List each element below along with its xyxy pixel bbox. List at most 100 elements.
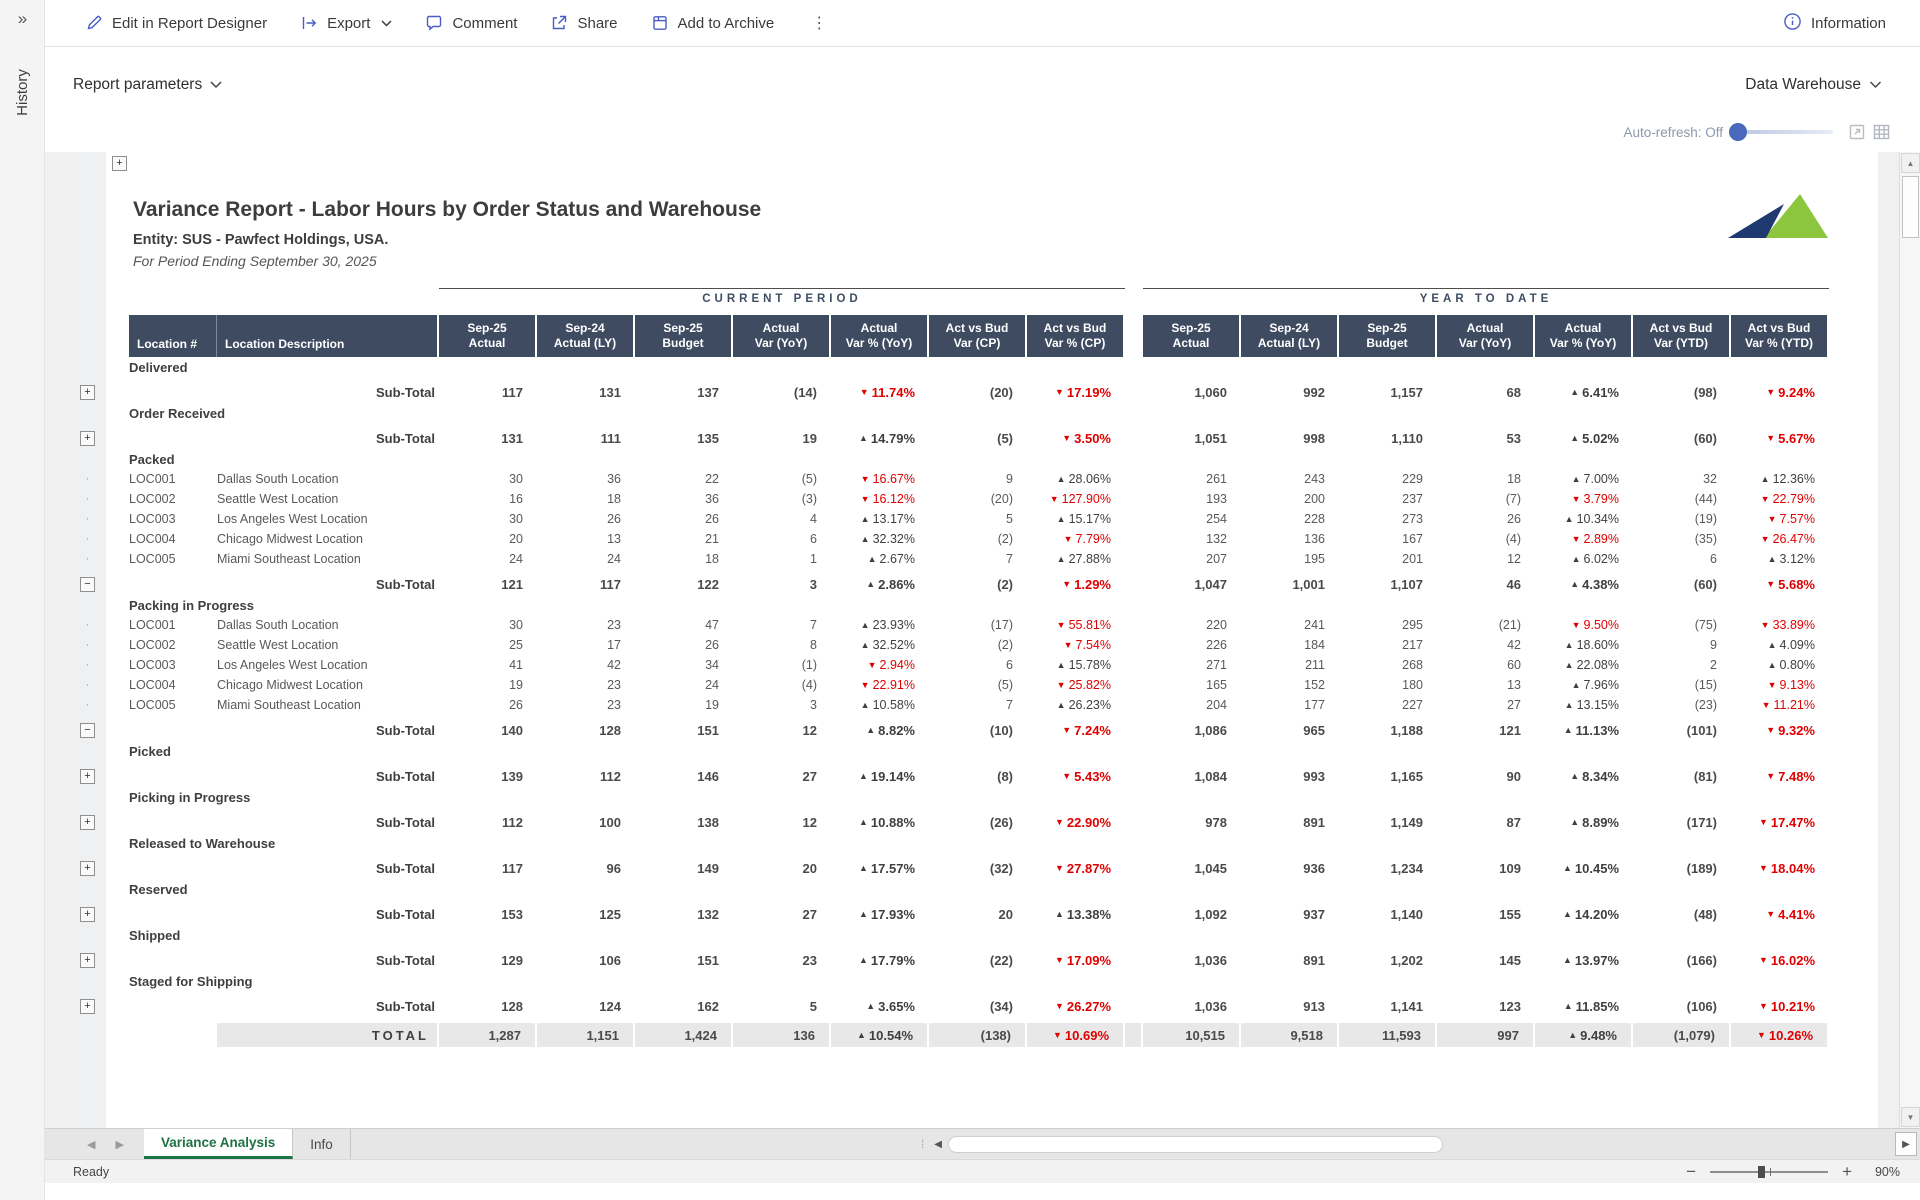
add-to-archive-button[interactable]: Add to Archive <box>651 14 775 32</box>
outline-toggle-button[interactable]: + <box>80 769 95 784</box>
more-options-button[interactable]: ⋮ <box>807 13 831 33</box>
zoom-slider[interactable] <box>1710 1171 1828 1173</box>
value-cell: (2) <box>929 635 1027 655</box>
prev-sheet-icon[interactable]: ◀ <box>87 1138 95 1151</box>
total-row: TOTAL1,2871,1511,424136▲10.54%(138)▼10.6… <box>70 1023 1860 1047</box>
value-cell: 237 <box>1339 489 1437 509</box>
value-cell: ▲17.57% <box>831 857 929 879</box>
value-cell: ▼22.79% <box>1731 489 1829 509</box>
edit-in-report-designer-button[interactable]: Edit in Report Designer <box>85 14 267 32</box>
location-number-cell: LOC004 <box>129 675 217 695</box>
value-cell: (106) <box>1633 995 1731 1017</box>
value-cell: 100 <box>537 811 635 833</box>
scroll-up-icon[interactable]: ▲ <box>1901 153 1920 173</box>
next-sheet-icon[interactable]: ▶ <box>115 1138 123 1151</box>
auto-refresh-knob[interactable] <box>1729 123 1747 141</box>
outline-toggle-button[interactable]: − <box>80 577 95 592</box>
value-cell: ▼26.47% <box>1731 529 1829 549</box>
popout-icon[interactable] <box>1849 124 1865 140</box>
value-cell: 965 <box>1241 719 1339 741</box>
export-label: Export <box>327 15 370 32</box>
value-cell: 891 <box>1241 811 1339 833</box>
outline-toggle-button[interactable]: − <box>80 723 95 738</box>
value-cell: 10,515 <box>1143 1023 1241 1047</box>
outline-toggle-button[interactable]: + <box>80 815 95 830</box>
value-cell: 1,084 <box>1143 765 1241 787</box>
col-header-ytd-2: Sep-25Budget <box>1339 315 1437 357</box>
information-button[interactable]: Information <box>1783 12 1886 35</box>
scroll-down-icon[interactable]: ▼ <box>1901 1107 1920 1127</box>
scrollbar-grip-icon[interactable]: ⁞ <box>921 1137 924 1151</box>
tab-variance-analysis[interactable]: Variance Analysis <box>144 1129 293 1159</box>
outline-toggle-button[interactable]: + <box>80 953 95 968</box>
col-header-cp-3: ActualVar (YoY) <box>733 315 831 357</box>
outline-level-dot: · <box>86 679 90 691</box>
value-cell: ▼9.13% <box>1731 675 1829 695</box>
outline-toggle-button[interactable]: + <box>80 999 95 1014</box>
zoom-out-button[interactable]: − <box>1686 1163 1696 1180</box>
value-cell: 46 <box>1437 573 1535 595</box>
value-cell: (20) <box>929 489 1027 509</box>
outline-toggle-button[interactable]: + <box>80 907 95 922</box>
export-button[interactable]: Export <box>300 14 392 32</box>
value-cell: ▼27.87% <box>1027 857 1125 879</box>
value-cell: 19 <box>733 427 831 449</box>
value-cell: 1,140 <box>1339 903 1437 925</box>
comment-button[interactable]: Comment <box>425 14 517 32</box>
value-cell: (166) <box>1633 949 1731 971</box>
value-cell: ▼11.74% <box>831 381 929 403</box>
subtotal-row: +Sub-Total1281241625▲3.65%(34)▼26.27%1,0… <box>70 995 1860 1017</box>
vertical-scrollbar[interactable]: ▲ ▼ <box>1899 152 1920 1128</box>
zoom-in-button[interactable]: + <box>1842 1163 1852 1180</box>
outline-toggle-button[interactable]: + <box>80 431 95 446</box>
value-cell: 20 <box>733 857 831 879</box>
column-outline-toggle-button[interactable]: + <box>112 156 127 171</box>
value-cell: ▲28.06% <box>1027 469 1125 489</box>
zoom-slider-thumb[interactable] <box>1758 1166 1765 1178</box>
horizontal-scroll-thumb[interactable] <box>948 1136 1443 1153</box>
value-cell: ▼5.68% <box>1731 573 1829 595</box>
value-cell: (5) <box>929 675 1027 695</box>
vertical-scroll-thumb[interactable] <box>1902 176 1919 238</box>
value-cell: ▼26.27% <box>1027 995 1125 1017</box>
share-icon <box>550 14 568 32</box>
value-cell: 117 <box>439 381 537 403</box>
scroll-right-icon[interactable]: ▶ <box>1895 1132 1917 1156</box>
sheet-tab-bar: ◀ ▶ Variance Analysis Info ⁞ ◀ ▶ <box>45 1128 1920 1159</box>
location-number-cell: LOC003 <box>129 509 217 529</box>
share-button[interactable]: Share <box>550 14 617 32</box>
outline-toggle-button[interactable]: + <box>80 861 95 876</box>
value-cell: 1,188 <box>1339 719 1437 741</box>
parameters-row: Report parameters Data Warehouse <box>45 48 1920 106</box>
data-source-dropdown[interactable]: Data Warehouse <box>1745 76 1882 94</box>
value-cell: 217 <box>1339 635 1437 655</box>
outline-toggle-button[interactable]: + <box>80 385 95 400</box>
subtotal-label-cell: Sub-Total <box>217 995 439 1017</box>
value-cell: 261 <box>1143 469 1241 489</box>
value-cell: 162 <box>635 995 733 1017</box>
value-cell: ▲27.88% <box>1027 549 1125 569</box>
value-cell: 131 <box>439 427 537 449</box>
col-header-location-number: Location # <box>129 315 217 357</box>
value-cell: 26 <box>537 509 635 529</box>
report-parameters-dropdown[interactable]: Report parameters <box>73 76 222 94</box>
location-number-cell: LOC002 <box>129 489 217 509</box>
value-cell: 26 <box>635 509 733 529</box>
grid-view-icon[interactable] <box>1873 124 1890 140</box>
value-cell: ▼3.79% <box>1535 489 1633 509</box>
value-cell: 195 <box>1241 549 1339 569</box>
scroll-left-icon[interactable]: ◀ <box>934 1139 942 1150</box>
tab-info[interactable]: Info <box>293 1129 351 1159</box>
col-header-ytd-4: ActualVar % (YoY) <box>1535 315 1633 357</box>
auto-refresh-slider[interactable] <box>1733 130 1833 134</box>
history-panel-label[interactable]: History <box>14 69 31 116</box>
current-period-section-label: CURRENT PERIOD <box>439 288 1125 315</box>
value-cell: ▼22.91% <box>831 675 929 695</box>
value-cell: 1,086 <box>1143 719 1241 741</box>
value-cell: 211 <box>1241 655 1339 675</box>
value-cell: 167 <box>1339 529 1437 549</box>
value-cell: ▲2.86% <box>831 573 929 595</box>
expand-history-button[interactable]: » <box>0 0 45 38</box>
value-cell: ▼7.57% <box>1731 509 1829 529</box>
value-cell: (171) <box>1633 811 1731 833</box>
